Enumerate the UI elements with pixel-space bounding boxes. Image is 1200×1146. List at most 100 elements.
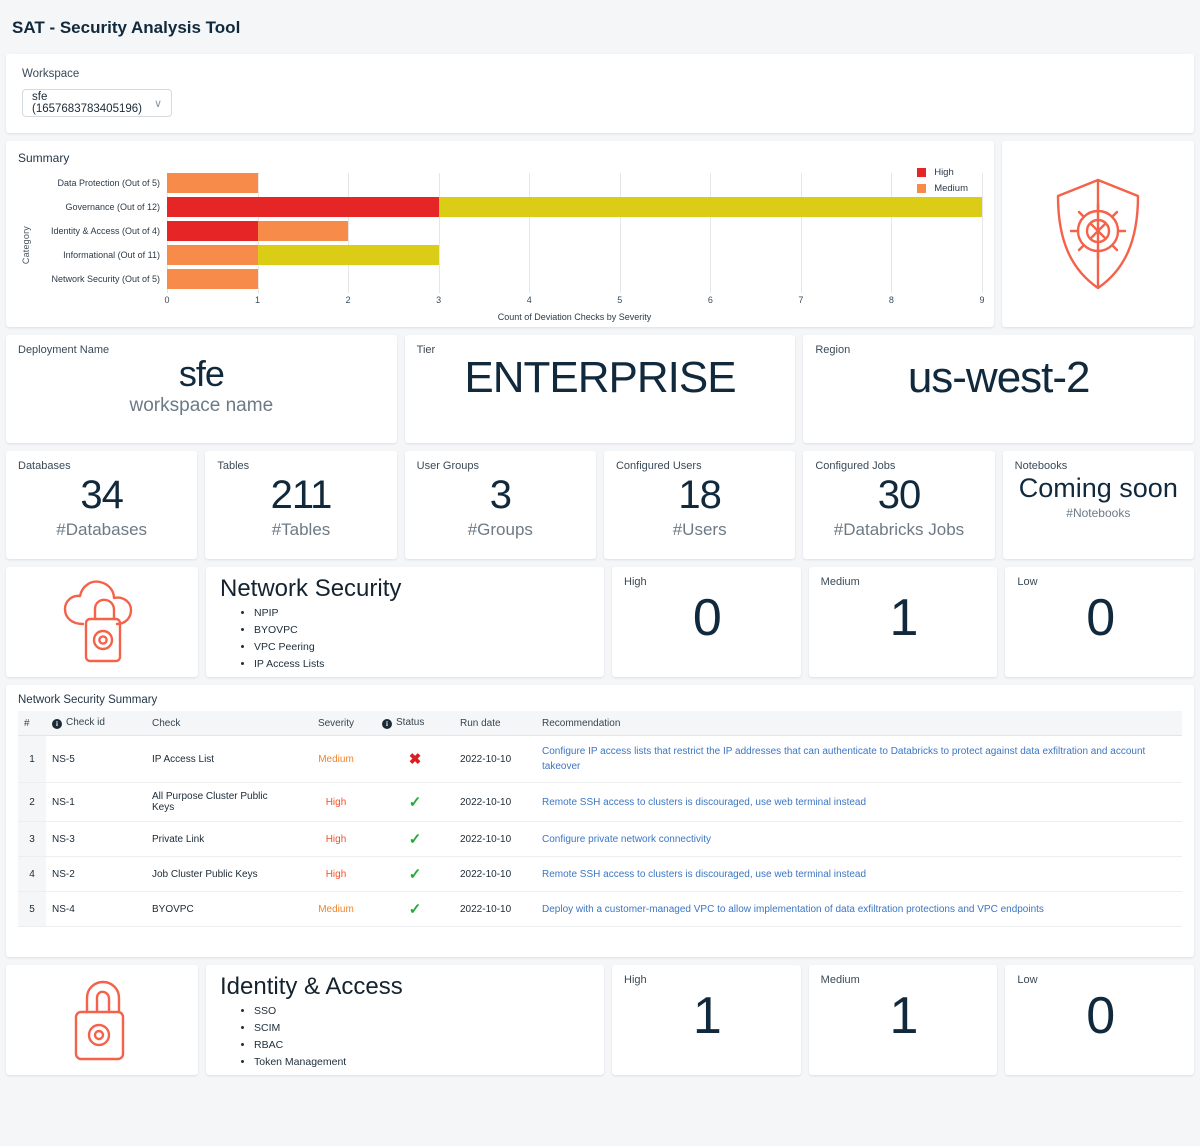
- ia-severity-medium-value: 1: [821, 990, 986, 1042]
- table-header-row: # iCheck id Check Severity iStatus Run d…: [18, 711, 1182, 736]
- ns-severity-medium-value: 1: [821, 592, 986, 644]
- metric-label-0: Databases: [18, 460, 185, 472]
- table-head: # iCheck id Check Severity iStatus Run d…: [18, 711, 1182, 736]
- cell-check: IP Access List: [146, 736, 296, 783]
- summary-title: Summary: [18, 151, 982, 165]
- cell-recommendation[interactable]: Configure IP access lists that restrict …: [536, 736, 1182, 783]
- bar-segment-low: [258, 245, 439, 265]
- gridline-9: [982, 173, 983, 293]
- bar-chart: Category Data Protection (Out of 5) Gover…: [18, 171, 982, 319]
- cell-status: ✓: [376, 822, 454, 857]
- cell-recommendation[interactable]: Deploy with a customer-managed VPC to al…: [536, 892, 1182, 927]
- metric-sub-1: #Tables: [217, 520, 384, 540]
- padlock-icon: [59, 976, 145, 1064]
- ia-severity-high-card: High 1: [612, 965, 801, 1075]
- status-pass-icon: ✓: [409, 831, 422, 848]
- deployment-card-value-0: sfe: [18, 356, 385, 393]
- y-tick-0: Data Protection (Out of 5): [31, 173, 167, 193]
- network-security-icon-card: [6, 567, 198, 677]
- identity-access-icon-card: [6, 965, 198, 1075]
- cell-recommendation[interactable]: Remote SSH access to clusters is discour…: [536, 857, 1182, 892]
- status-pass-icon: ✓: [409, 866, 422, 883]
- deployment-card-1: TierENTERPRISE: [405, 335, 796, 443]
- network-table-row: Network Security Summary # iCheck id Che…: [6, 685, 1194, 957]
- bar-4: [167, 269, 982, 289]
- cell-severity: High: [296, 822, 376, 857]
- cell-check: BYOVPC: [146, 892, 296, 927]
- deployment-card-value-2: us-west-2: [815, 356, 1182, 401]
- cell-check-id: NS-4: [46, 892, 146, 927]
- ns-severity-high-label: High: [624, 576, 789, 588]
- metric-sub-3: #Users: [616, 520, 783, 540]
- bar-segment-medium: [258, 221, 349, 241]
- network-security-bullet-0: NPIP: [254, 605, 590, 622]
- info-icon[interactable]: i: [52, 719, 62, 729]
- workspace-selected-value: sfe (1657683783405196): [32, 91, 148, 115]
- network-security-bullet-3: IP Access Lists: [254, 656, 590, 673]
- th-run-date[interactable]: Run date: [454, 711, 536, 736]
- plot-area: 0123456789 Count of Deviation Checks by …: [167, 171, 982, 319]
- th-index[interactable]: #: [18, 711, 46, 736]
- th-check-id[interactable]: iCheck id: [46, 711, 146, 736]
- deployment-card-sub-0: workspace name: [18, 395, 385, 417]
- ns-severity-medium-card: Medium 1: [809, 567, 998, 677]
- info-icon[interactable]: i: [382, 719, 392, 729]
- ns-severity-low-label: Low: [1017, 576, 1182, 588]
- cell-recommendation[interactable]: Configure private network connectivity: [536, 822, 1182, 857]
- identity-access-title: Identity & Access: [220, 973, 590, 1001]
- page-title: SAT - Security Analysis Tool: [0, 0, 1200, 54]
- cell-run-date: 2022-10-10: [454, 783, 536, 822]
- identity-access-bullet-1: SCIM: [254, 1020, 590, 1037]
- x-tick-3: 3: [436, 295, 441, 305]
- th-status[interactable]: iStatus: [376, 711, 454, 736]
- table-row: 3NS-3Private LinkHigh✓2022-10-10Configur…: [18, 822, 1182, 857]
- shield-virus-icon: [1050, 175, 1146, 293]
- x-axis-title: Count of Deviation Checks by Severity: [167, 312, 982, 322]
- y-tick-4: Network Security (Out of 5): [31, 269, 167, 289]
- summary-row: Summary Category Data Protection (Out of…: [6, 141, 1194, 327]
- cell-recommendation[interactable]: Remote SSH access to clusters is discour…: [536, 783, 1182, 822]
- network-security-bullet-2: VPC Peering: [254, 639, 590, 656]
- th-recommendation[interactable]: Recommendation: [536, 711, 1182, 736]
- metric-card-4: Configured Jobs30#Databricks Jobs: [803, 451, 994, 559]
- status-pass-icon: ✓: [409, 901, 422, 918]
- cell-check-id: NS-3: [46, 822, 146, 857]
- metric-value-4: 30: [815, 474, 982, 516]
- table-row: 2NS-1All Purpose Cluster Public KeysHigh…: [18, 783, 1182, 822]
- cell-status: ✓: [376, 857, 454, 892]
- metric-card-0: Databases34#Databases: [6, 451, 197, 559]
- workspace-select[interactable]: sfe (1657683783405196) ∨: [22, 89, 172, 117]
- x-tick-0: 0: [164, 295, 169, 305]
- bar-segment-medium: [167, 269, 258, 289]
- network-security-table: # iCheck id Check Severity iStatus Run d…: [18, 711, 1182, 927]
- cell-run-date: 2022-10-10: [454, 822, 536, 857]
- cell-status: ✓: [376, 892, 454, 927]
- status-fail-icon: ✖: [409, 751, 422, 768]
- y-axis-title: Category: [18, 226, 31, 264]
- table-row: 5NS-4BYOVPCMedium✓2022-10-10Deploy with …: [18, 892, 1182, 927]
- th-check[interactable]: Check: [146, 711, 296, 736]
- bar-segment-medium: [167, 245, 258, 265]
- shield-icon-card: [1002, 141, 1194, 327]
- network-security-summary-card: Network Security Summary # iCheck id Che…: [6, 685, 1194, 957]
- cell-index: 1: [18, 736, 46, 783]
- metric-value-5: Coming soon: [1015, 474, 1182, 502]
- x-tick-2: 2: [346, 295, 351, 305]
- th-severity[interactable]: Severity: [296, 711, 376, 736]
- ia-severity-high-value: 1: [624, 990, 789, 1042]
- cell-index: 4: [18, 857, 46, 892]
- metric-value-3: 18: [616, 474, 783, 516]
- ia-severity-low-value: 0: [1017, 990, 1182, 1042]
- cell-severity: High: [296, 783, 376, 822]
- metric-card-2: User Groups3#Groups: [405, 451, 596, 559]
- metric-sub-2: #Groups: [417, 520, 584, 540]
- deployment-card-2: Regionus-west-2: [803, 335, 1194, 443]
- cell-severity: Medium: [296, 736, 376, 783]
- metric-card-5: NotebooksComing soon#Notebooks: [1003, 451, 1194, 559]
- metrics-row: Databases34#DatabasesTables211#TablesUse…: [6, 451, 1194, 559]
- cell-status: ✓: [376, 783, 454, 822]
- bar-segment-medium: [167, 173, 258, 193]
- ia-severity-medium-label: Medium: [821, 974, 986, 986]
- bar-series: [167, 173, 982, 289]
- y-tick-1: Governance (Out of 12): [31, 197, 167, 217]
